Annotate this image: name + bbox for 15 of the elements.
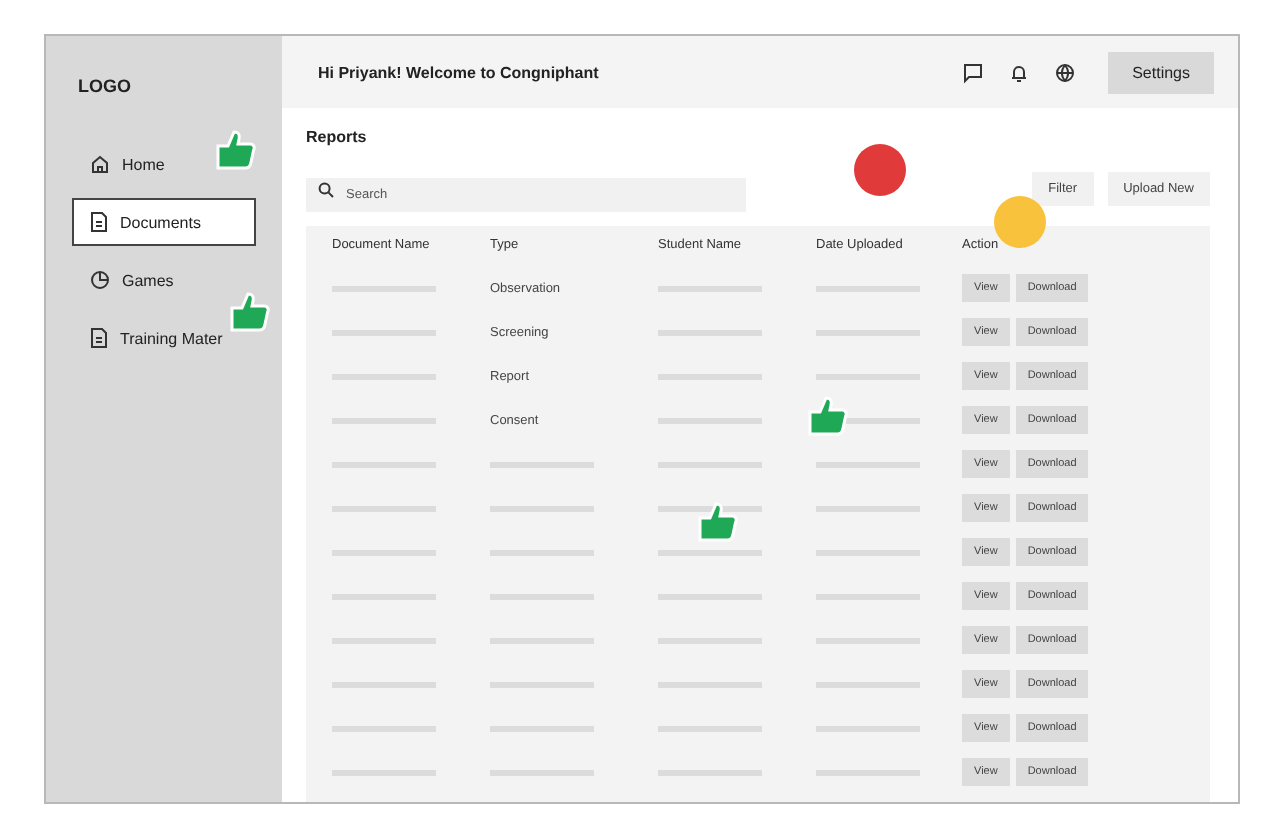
chat-icon[interactable] bbox=[962, 61, 985, 83]
document-icon bbox=[90, 212, 108, 232]
sidebar-item[interactable]: Training Mater bbox=[72, 314, 241, 362]
logo: LOGO bbox=[78, 76, 133, 96]
sidebar-item[interactable]: Documents bbox=[72, 198, 256, 246]
sidebar-item[interactable]: Games bbox=[72, 256, 192, 304]
bell-icon[interactable] bbox=[1008, 61, 1031, 83]
welcome-text: Hi Priyank! Welcome to Congniphant bbox=[318, 63, 601, 81]
globe-icon[interactable] bbox=[1054, 61, 1077, 83]
page-title: Reports bbox=[306, 128, 369, 146]
sidebar-item[interactable]: Home bbox=[72, 140, 183, 188]
pie-chart-icon bbox=[90, 270, 110, 290]
home-icon bbox=[90, 154, 110, 174]
settings-button[interactable]: Settings bbox=[1108, 51, 1214, 93]
document-icon bbox=[90, 328, 108, 348]
